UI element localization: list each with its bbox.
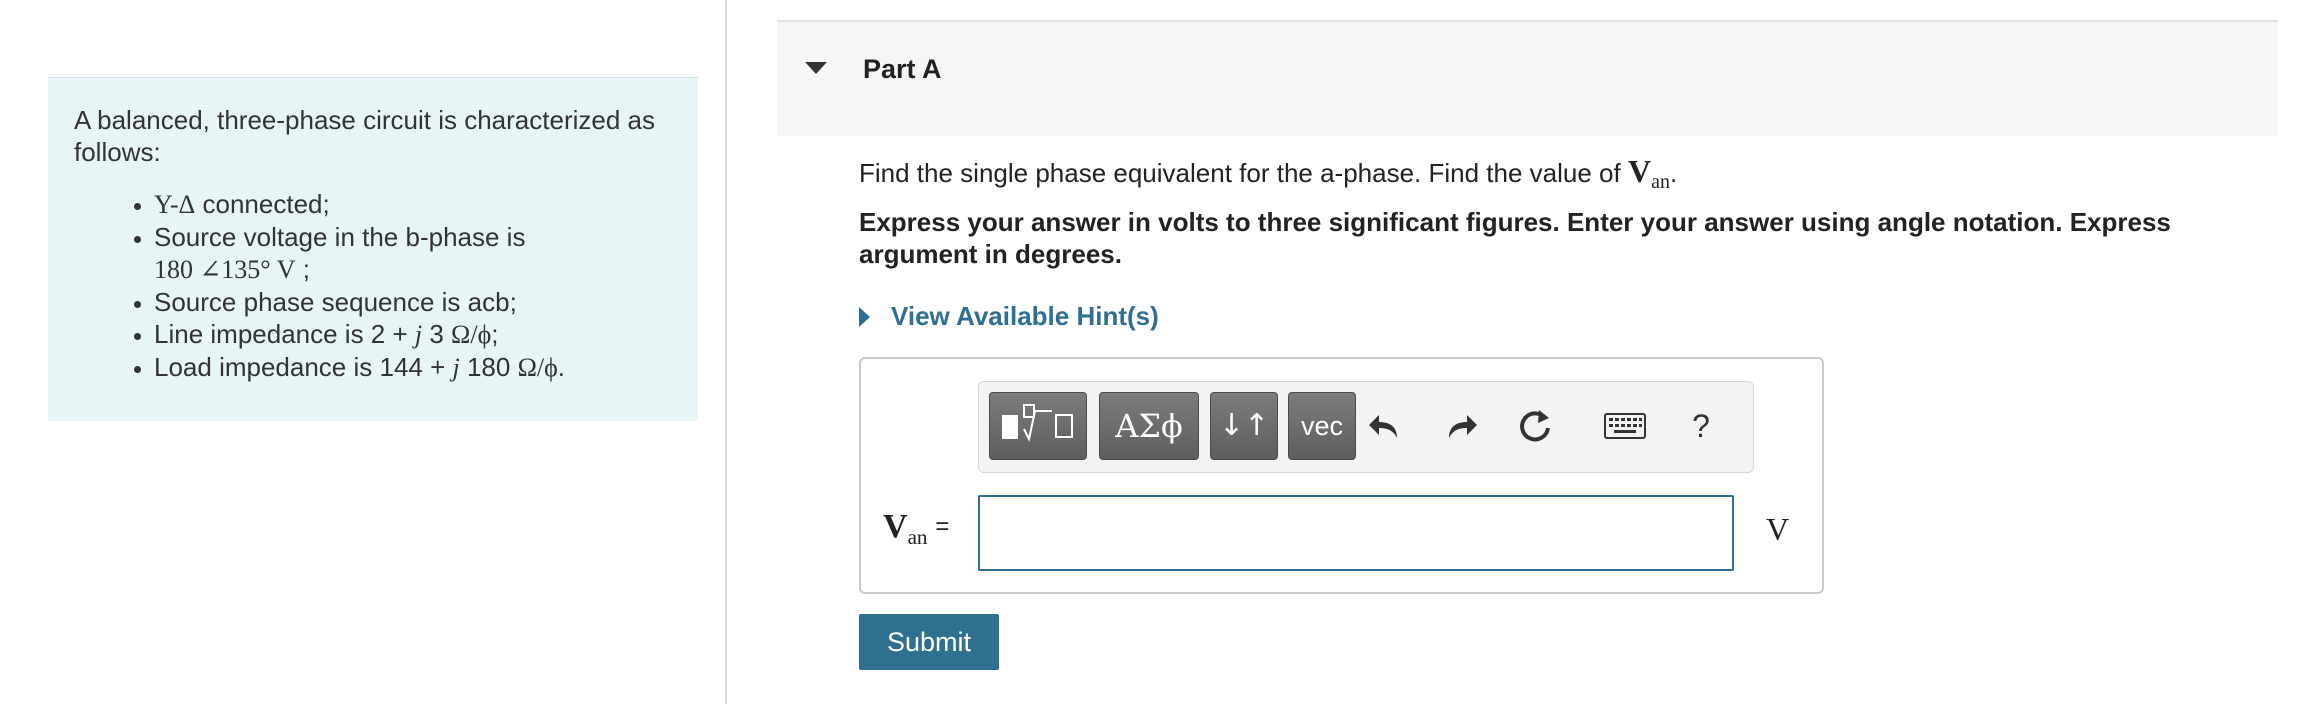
condition-item-connection: Y-Δ connected; xyxy=(154,188,672,221)
line-impedance-unit: Ω/ϕ xyxy=(451,320,492,349)
part-header[interactable]: Part A xyxy=(777,20,2278,136)
answer-box: ΑΣϕ ↓↑ vec ? Van = V xyxy=(859,357,1824,594)
reset-icon[interactable] xyxy=(1509,392,1561,460)
source-voltage-suffix: ; xyxy=(295,254,310,284)
part-title: Part A xyxy=(863,54,942,84)
phase-sequence-text: Source phase sequence is acb; xyxy=(154,287,517,317)
templates-icon xyxy=(1002,404,1073,442)
equals-sign: = xyxy=(935,513,950,540)
question-body: Find the single phase equivalent for the… xyxy=(859,158,1628,188)
line-impedance-text: Line impedance is 2 + xyxy=(154,319,415,349)
answer-unit: V xyxy=(1766,511,1790,547)
line-impedance-num: 3 xyxy=(422,319,452,349)
load-impedance-suffix: . xyxy=(557,352,566,382)
question-variable: V xyxy=(1627,153,1652,189)
condition-item-line-impedance: Line impedance is 2 + j 3 Ω/ϕ; xyxy=(154,318,672,351)
load-impedance-j: j xyxy=(452,353,460,382)
source-voltage-text: Source voltage in the b-phase is xyxy=(154,222,526,252)
condition-item-phase-sequence: Source phase sequence is acb; xyxy=(154,286,672,318)
problem-statement-panel: A balanced, three-phase circuit is chara… xyxy=(48,77,698,421)
condition-list: Y-Δ connected; Source voltage in the b-p… xyxy=(74,188,672,384)
answer-input[interactable] xyxy=(978,495,1734,571)
question-end: . xyxy=(1669,158,1678,188)
line-impedance-suffix: ; xyxy=(491,319,499,349)
column-divider xyxy=(725,0,727,704)
hint-label[interactable]: View Available Hint(s) xyxy=(891,301,1159,332)
undo-icon[interactable] xyxy=(1359,392,1411,460)
condition-item-load-impedance: Load impedance is 144 + j 180 Ω/ϕ. xyxy=(154,351,672,384)
problem-intro: A balanced, three-phase circuit is chara… xyxy=(74,105,655,167)
question-text: Find the single phase equivalent for the… xyxy=(859,154,1677,199)
answer-instructions: Express your answer in volts to three si… xyxy=(859,207,2171,269)
load-impedance-text: Load impedance is 144 + xyxy=(154,352,453,382)
templates-button[interactable] xyxy=(989,392,1087,460)
hint-caret-icon[interactable] xyxy=(859,307,870,327)
answer-variable: V xyxy=(883,508,908,545)
load-impedance-num: 180 xyxy=(459,352,518,382)
answer-subscript: an xyxy=(907,525,928,549)
vector-button[interactable]: vec xyxy=(1288,392,1356,460)
redo-icon[interactable] xyxy=(1435,392,1487,460)
collapse-caret-icon[interactable] xyxy=(805,62,827,74)
load-impedance-unit: Ω/ϕ xyxy=(517,353,558,382)
source-voltage-math: 180 ∠135° V xyxy=(154,255,296,284)
submit-button[interactable]: Submit xyxy=(859,614,999,670)
subscript-superscript-button[interactable]: ↓↑ xyxy=(1210,392,1278,460)
keyboard-icon[interactable] xyxy=(1599,392,1651,460)
greek-symbols-button[interactable]: ΑΣϕ xyxy=(1099,392,1199,460)
condition-item-source-voltage: Source voltage in the b-phase is 180 ∠13… xyxy=(154,221,672,286)
connection-math: Y-Δ xyxy=(154,190,196,219)
math-toolbar: ΑΣϕ ↓↑ vec ? xyxy=(978,381,1754,473)
connection-text: connected; xyxy=(195,189,330,219)
help-button[interactable]: ? xyxy=(1675,392,1727,460)
question-subscript: an xyxy=(1651,171,1670,193)
answer-label: Van = xyxy=(883,507,949,550)
